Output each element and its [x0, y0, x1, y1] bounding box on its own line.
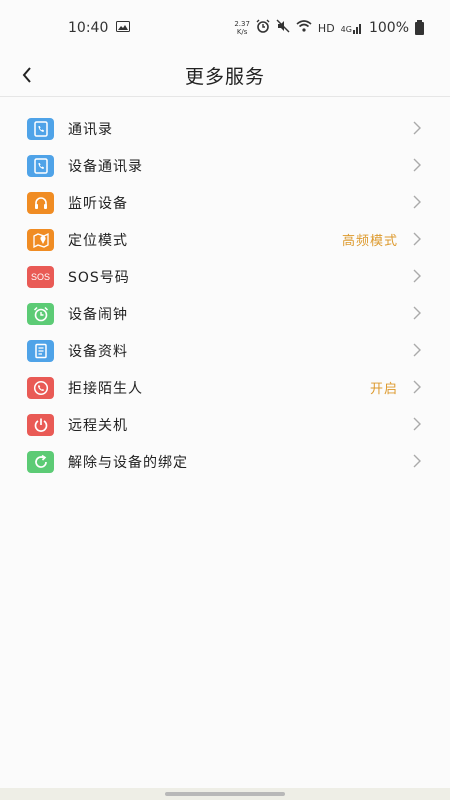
menu-item-label: 通讯录: [68, 121, 113, 138]
menu-item-sos-number[interactable]: SOS SOS号码: [0, 258, 450, 295]
menu-item-device-info[interactable]: 设备资料: [0, 332, 450, 369]
network-speed: 2.37 K/s: [234, 20, 250, 36]
menu-item-label: 拒接陌生人: [68, 380, 143, 397]
battery-percent: 100%: [368, 20, 409, 36]
menu-item-unbind-device[interactable]: 解除与设备的绑定: [0, 443, 450, 480]
page-title: 更多服务: [184, 66, 265, 88]
home-indicator-handle[interactable]: [165, 792, 285, 796]
document-icon: [27, 339, 54, 362]
menu-item-label: 设备闹钟: [68, 306, 128, 323]
chevron-right-icon: [413, 343, 421, 357]
menu-item-label: SOS号码: [68, 269, 130, 286]
menu-item-label: 设备通讯录: [68, 158, 143, 175]
menu-item-device-alarm[interactable]: 设备闹钟: [0, 295, 450, 332]
location-map-icon: [27, 228, 54, 251]
sos-icon: SOS: [27, 265, 54, 288]
hd-label: HD: [317, 21, 335, 35]
status-bar: 10:40 2.37 K/s HD 4G 100%: [0, 0, 450, 56]
chevron-right-icon: [413, 380, 421, 394]
chevron-right-icon: [413, 454, 421, 468]
chevron-right-icon: [413, 269, 421, 283]
reject-call-icon: [27, 376, 54, 399]
contacts-icon: [27, 117, 54, 140]
menu-item-device-contacts[interactable]: 设备通讯录: [0, 147, 450, 184]
headphones-icon: [27, 191, 54, 214]
reject-strangers-value: 开启: [369, 382, 398, 397]
battery-icon: [415, 19, 424, 35]
chevron-right-icon: [413, 232, 421, 246]
menu-item-label: 解除与设备的绑定: [68, 454, 188, 471]
menu-item-reject-strangers[interactable]: 拒接陌生人 开启: [0, 369, 450, 406]
mute-icon: [276, 19, 290, 37]
location-mode-value: 高频模式: [341, 234, 398, 249]
menu-item-monitor-device[interactable]: 监听设备: [0, 184, 450, 221]
cellular-signal-icon: 4G: [341, 22, 363, 34]
menu-item-remote-shutdown[interactable]: 远程关机: [0, 406, 450, 443]
menu-list: 通讯录 设备通讯录 监听设备 定位模式 高频模式 SOS SOS号码 设备闹钟: [0, 110, 450, 480]
header: 更多服务: [0, 56, 450, 97]
chevron-right-icon: [413, 306, 421, 320]
wifi-icon: [296, 20, 312, 36]
chevron-right-icon: [413, 121, 421, 135]
alarm-clock-icon: [27, 302, 54, 325]
menu-item-label: 定位模式: [68, 232, 128, 249]
menu-item-location-mode[interactable]: 定位模式 高频模式: [0, 221, 450, 258]
alarm-icon: [256, 19, 270, 37]
menu-item-label: 远程关机: [68, 417, 128, 434]
menu-item-contacts[interactable]: 通讯录: [0, 110, 450, 147]
chevron-right-icon: [413, 158, 421, 172]
chevron-right-icon: [413, 195, 421, 209]
device-contacts-icon: [27, 154, 54, 177]
image-notification-icon: [116, 20, 131, 36]
status-time: 10:40: [68, 20, 109, 36]
power-icon: [27, 413, 54, 436]
menu-item-label: 设备资料: [68, 343, 128, 360]
chevron-right-icon: [413, 417, 421, 431]
navigation-bar: [0, 788, 450, 800]
menu-item-label: 监听设备: [68, 195, 128, 212]
unbind-icon: [27, 450, 54, 473]
